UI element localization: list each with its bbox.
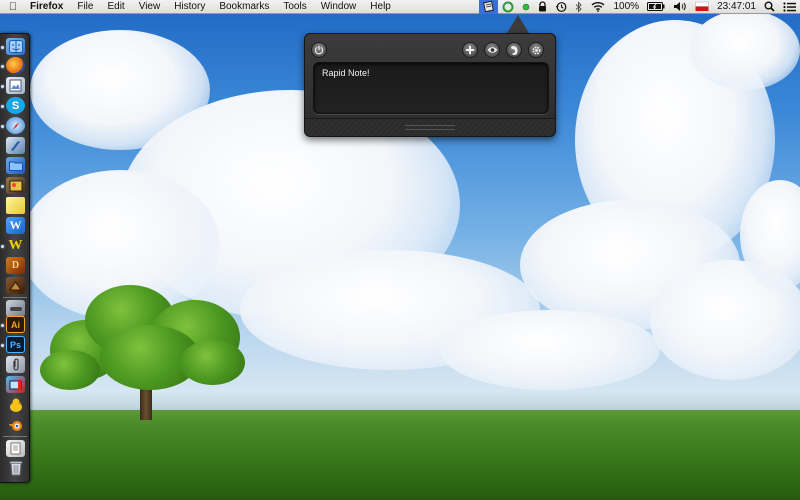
tree — [40, 280, 245, 420]
dock-adium-icon[interactable] — [6, 396, 25, 413]
battery-percent[interactable]: 100% — [609, 1, 643, 12]
menu-extras: 100% 23:47:01 — [479, 0, 800, 14]
dock-folder-icon[interactable] — [6, 157, 25, 174]
flag-icon[interactable] — [691, 0, 713, 14]
notification-list-icon[interactable] — [779, 0, 800, 14]
volume-icon[interactable] — [669, 0, 691, 14]
menu-file[interactable]: File — [70, 0, 100, 14]
note-text: Rapid Note! — [322, 68, 370, 78]
dock-documents-icon[interactable] — [6, 440, 25, 457]
bluetooth-icon[interactable] — [571, 0, 587, 14]
dock-diablo-icon[interactable]: D — [6, 257, 25, 274]
rapid-note-icon[interactable] — [479, 0, 499, 14]
dock-photo-booth-icon[interactable] — [6, 376, 25, 393]
note-textarea[interactable]: Rapid Note! — [313, 62, 549, 114]
menu-edit[interactable]: Edit — [100, 0, 131, 14]
dock-photoshop-icon[interactable]: Ps — [6, 336, 25, 353]
status-dot-icon[interactable] — [518, 0, 534, 14]
wifi-icon[interactable] — [587, 0, 609, 14]
menu-help[interactable]: Help — [363, 0, 398, 14]
dock-trash-icon[interactable] — [6, 459, 25, 476]
dock-firefox-icon[interactable] — [6, 57, 25, 74]
menu-history[interactable]: History — [167, 0, 212, 14]
battery-icon[interactable] — [643, 0, 669, 14]
dock-paperclip-icon[interactable] — [6, 356, 25, 373]
dock-blender-icon[interactable] — [6, 416, 25, 433]
dock-game-icon[interactable] — [6, 277, 25, 294]
evernote-button[interactable] — [506, 42, 522, 58]
sync-icon[interactable] — [498, 0, 518, 14]
menu-app-name[interactable]: Firefox — [26, 0, 70, 14]
menu-bookmarks[interactable]: Bookmarks — [212, 0, 276, 14]
rapid-note-popover: Rapid Note! — [304, 33, 556, 137]
clock[interactable]: 23:47:01 — [713, 1, 760, 12]
dock-iphoto-icon[interactable] — [6, 177, 25, 194]
dock-finder-icon[interactable] — [6, 38, 25, 55]
dock-word-icon[interactable]: W — [6, 217, 25, 234]
dock-stickies-icon[interactable] — [6, 197, 25, 214]
spotlight-icon[interactable] — [760, 0, 779, 14]
dock-safari-icon[interactable] — [6, 117, 25, 134]
dock-separator — [3, 297, 27, 298]
dock-steam-icon[interactable] — [6, 300, 25, 317]
menu-tools[interactable]: Tools — [276, 0, 313, 14]
cloud — [690, 10, 800, 90]
popover-footer — [305, 118, 555, 136]
running-indicator — [1, 46, 4, 49]
power-button[interactable] — [311, 42, 327, 58]
time-machine-icon[interactable] — [551, 0, 571, 14]
settings-button[interactable] — [528, 42, 544, 58]
grass-field — [0, 410, 800, 500]
dock-skype-icon[interactable]: S — [6, 97, 25, 114]
menu-view[interactable]: View — [132, 0, 168, 14]
resize-handle[interactable] — [405, 125, 455, 130]
dock-yahtzee-icon[interactable]: W — [6, 237, 25, 254]
menu-bar:  Firefox File Edit View History Bookmar… — [0, 0, 800, 14]
cloud — [440, 310, 660, 390]
dock-separator — [3, 436, 27, 437]
view-button[interactable] — [484, 42, 500, 58]
lock-icon[interactable] — [534, 0, 551, 14]
dock-preview-icon[interactable] — [6, 77, 25, 94]
apple-logo-icon[interactable]:  — [0, 1, 26, 13]
dock-illustrator-icon[interactable]: Ai — [6, 316, 25, 333]
popover-arrow — [507, 15, 529, 33]
menu-window[interactable]: Window — [314, 0, 364, 14]
dock-xcode-icon[interactable] — [6, 137, 25, 154]
dock: S W W D Ai Ps — [0, 33, 30, 483]
add-note-button[interactable] — [462, 42, 478, 58]
